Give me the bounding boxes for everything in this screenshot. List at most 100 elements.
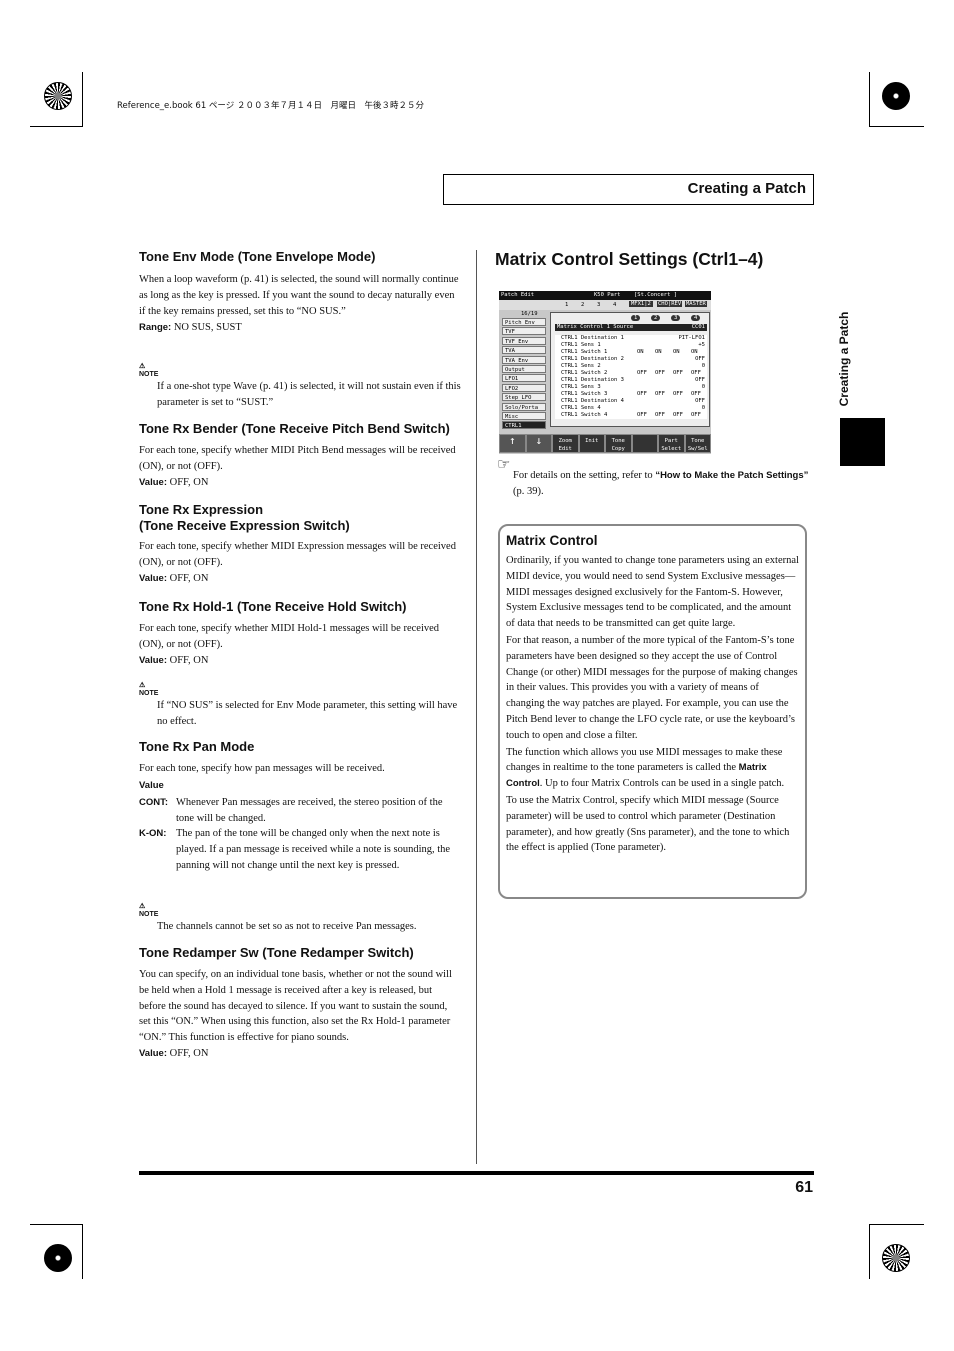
- box-heading: Matrix Control: [506, 533, 598, 548]
- range-label: Range:: [139, 322, 172, 334]
- matrix-control-box: Matrix Control Ordinarily, if you wanted…: [498, 524, 807, 899]
- lcd-tone-icon: 2: [651, 315, 661, 321]
- section-text: When a loop waveform (p. 41) is selected…: [139, 274, 459, 317]
- section-heading: Tone Rx Bender (Tone Receive Pitch Bend …: [139, 421, 450, 436]
- lcd-button: Part Select: [658, 434, 685, 453]
- lcd-tone-icon: 3: [671, 315, 681, 321]
- lcd-param-row: CTRL1 Switch 3 OFF OFF OFF OFF: [555, 391, 707, 398]
- footer-rule: [139, 1171, 814, 1175]
- chapter-title: Creating a Patch: [687, 180, 806, 197]
- section-text: For each tone, specify how pan messages …: [139, 763, 385, 774]
- lcd-screenshot: Patch Edit K50 Part [St.Concert ] 1 2 3 …: [499, 291, 711, 454]
- value-item: CONT: Whenever Pan messages are received,…: [139, 796, 443, 824]
- lcd-param-row: CTRL1 Switch 1 ON ON ON ON: [555, 349, 707, 356]
- lcd-button: Zoom Edit: [552, 434, 579, 453]
- lcd-button: Init: [578, 434, 605, 453]
- value-label: Value:: [139, 654, 167, 666]
- note-icon: ⚠ NOTE: [139, 902, 161, 918]
- section-rx-hold: Tone Rx Hold-1 (Tone Receive Hold Switch…: [139, 599, 461, 668]
- registration-mark-icon: [882, 1244, 910, 1272]
- page-number: 61: [795, 1179, 813, 1196]
- lcd-param-row: CTRL1 Sens 1 +5: [555, 342, 707, 349]
- value-label: Value: [139, 779, 164, 791]
- value-text: OFF, ON: [167, 1047, 209, 1059]
- lcd-title-bar: Patch Edit K50 Part [St.Concert ]: [499, 291, 711, 300]
- lcd-sidebar-item: Step LFO: [502, 393, 546, 402]
- value-text: OFF, ON: [167, 654, 209, 666]
- crop-line: [869, 1224, 870, 1279]
- lcd-param-row: CTRL1 Switch 4 OFF OFF OFF OFF: [555, 412, 707, 419]
- note-env-mode: ⚠ NOTE If a one-shot type Wave (p. 41) is…: [139, 362, 461, 411]
- lcd-param-row: CTRL1 Destination 1 PIT-LFO1: [555, 335, 707, 342]
- lcd-param-row: CTRL1 Destination 3 OFF: [555, 377, 707, 384]
- lcd-toolbar: 1 2 3 4 MFX1|2 CHO|REV MASTER: [499, 300, 711, 310]
- lcd-sidebar-item: LFO1: [502, 374, 546, 383]
- registration-mark-icon: [882, 82, 910, 110]
- column-divider: [476, 250, 477, 1164]
- lcd-param-row: CTRL1 Destination 2 OFF: [555, 356, 707, 363]
- section-text: You can specify, on an individual tone b…: [139, 969, 452, 1044]
- note-icon: ⚠ NOTE: [139, 681, 161, 697]
- lcd-source-row: Matrix Control 1 Source CC01: [555, 324, 707, 331]
- section-env-mode: Tone Env Mode (Tone Envelope Mode) When …: [139, 249, 461, 336]
- section-heading-line2: (Tone Receive Expression Switch): [139, 518, 350, 533]
- lcd-tone-icon: 1: [631, 315, 641, 321]
- registration-mark-icon: [44, 1244, 72, 1272]
- side-tab-label: Creating a Patch: [837, 311, 851, 407]
- section-rx-bender: Tone Rx Bender (Tone Receive Pitch Bend …: [139, 421, 461, 490]
- lcd-panel: Matrix Control 1 Source CC01 1 2 3 4 CTRL1 De…: [550, 312, 710, 427]
- side-tab-block: [840, 418, 885, 466]
- lcd-button: Tone Sw/Sel: [684, 434, 711, 453]
- lcd-param-row: CTRL1 Sens 30: [555, 384, 707, 391]
- reference-link[interactable]: “How to Make the Patch Settings”: [655, 470, 808, 481]
- value-text: OFF, ON: [167, 572, 209, 584]
- lcd-page-indicator: 16/19: [521, 311, 538, 317]
- lcd-sidebar-item: TVA: [502, 346, 546, 355]
- lcd-sidebar-item: TVF: [502, 327, 546, 336]
- lcd-param-row: CTRL1 Sens 40: [555, 405, 707, 412]
- section-text: For each tone, specify whether MIDI Hold…: [139, 623, 440, 650]
- value-label: Value:: [139, 1047, 167, 1059]
- lcd-sidebar-item: Output: [502, 365, 546, 373]
- crop-line: [30, 126, 83, 127]
- pointing-hand-icon: ☞: [497, 457, 511, 473]
- lcd-param-row: CTRL1 Sens 20: [555, 363, 707, 370]
- note-text: If “NO SUS” is selected for Env Mode par…: [157, 700, 458, 727]
- section-rx-expression: Tone Rx Expression (Tone Receive Express…: [139, 502, 461, 586]
- lcd-button: Tone Copy: [605, 434, 632, 453]
- lcd-sidebar-item: CTRL1: [502, 421, 546, 430]
- value-text: OFF, ON: [167, 476, 209, 488]
- lcd-sidebar-item: LFO2: [502, 383, 546, 392]
- crop-line: [30, 1224, 83, 1225]
- section-heading: Tone Rx Expression: [139, 502, 264, 517]
- reference-note: ☞ For details on the setting, refer to “…: [497, 457, 809, 497]
- crop-line: [869, 1224, 924, 1225]
- section-text: For each tone, specify whether MIDI Pitc…: [139, 445, 456, 472]
- range-value: NO SUS, SUST: [171, 322, 242, 334]
- section-heading: Tone Rx Hold-1 (Tone Receive Hold Switch…: [139, 599, 407, 614]
- lcd-button: [631, 434, 658, 453]
- lcd-sidebar-item: Misc: [502, 412, 546, 420]
- value-label: Value:: [139, 476, 167, 488]
- print-header: Reference_e.book 61 ページ ２００３年７月１４日 月曜日 午…: [117, 101, 424, 111]
- lcd-param-row: CTRL1 Switch 2 OFF OFF OFF OFF: [555, 370, 707, 377]
- crop-line: [869, 126, 924, 127]
- box-paragraph: Ordinarily, if you wanted to change tone…: [506, 555, 799, 630]
- lcd-sidebar-item: TVF Env: [502, 336, 546, 345]
- lcd-sidebar-item: Pitch Env: [502, 318, 546, 326]
- manual-page: Reference_e.book 61 ページ ２００３年７月１４日 月曜日 午…: [0, 0, 954, 1351]
- lcd-sidebar-item: TVA Env: [502, 355, 546, 364]
- section-title: Matrix Control Settings (Ctrl1–4): [495, 249, 764, 269]
- section-heading: Tone Rx Pan Mode: [139, 739, 255, 754]
- value-item: K-ON: The pan of the tone will be changed…: [139, 828, 451, 871]
- section-text: For each tone, specify whether MIDI Expr…: [139, 541, 456, 568]
- box-paragraph: To use the Matrix Control, specify which…: [506, 794, 790, 854]
- note-icon: ⚠ NOTE: [139, 362, 161, 378]
- section-heading: Tone Redamper Sw (Tone Redamper Switch): [139, 945, 414, 960]
- section-rx-pan: Tone Rx Pan Mode For each tone, specify …: [139, 739, 461, 874]
- crop-line: [82, 1224, 83, 1279]
- section-redamper: Tone Redamper Sw (Tone Redamper Switch) …: [139, 945, 461, 1062]
- box-paragraph: The function which allows you use MIDI m…: [506, 746, 785, 790]
- value-label: Value:: [139, 572, 167, 584]
- registration-mark-icon: [44, 82, 72, 110]
